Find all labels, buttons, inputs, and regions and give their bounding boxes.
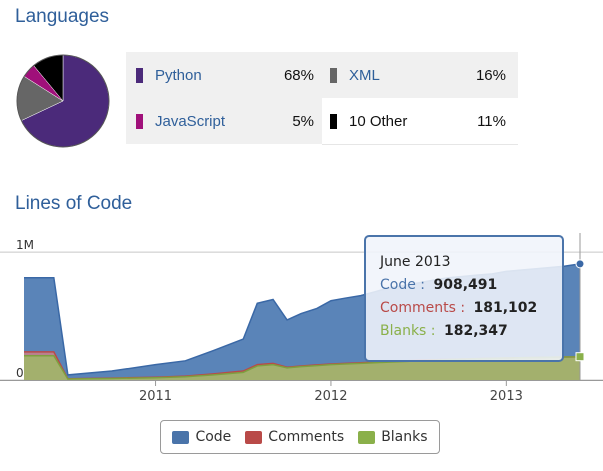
languages-title: Languages [15, 6, 110, 27]
tooltip-comments-label: Comments [380, 300, 456, 316]
language-percent-xml: 16% [475, 66, 506, 84]
legend-item-code[interactable]: Code [172, 429, 231, 445]
tooltip-blanks-label: Blanks [380, 323, 427, 339]
language-percent-javascript: 5% [292, 112, 314, 130]
tooltip-comments-row: Comments : 181,102 [380, 300, 538, 316]
legend-swatch-code [172, 430, 190, 444]
legend-label-blanks: Blanks [381, 429, 428, 445]
x-tick-label: 2011 [139, 389, 172, 404]
tooltip-code-row: Code : 908,491 [380, 277, 498, 293]
y-tick-label: 1M [16, 238, 34, 252]
language-percent-other: 11% [477, 112, 506, 130]
tooltip-blanks-row: Blanks : 182,347 [380, 323, 508, 339]
language-row-xml: XML 16% [322, 52, 518, 98]
tooltip-code-value: 908,491 [433, 277, 498, 293]
point-marker-blanks [575, 352, 585, 362]
tooltip-code-label: Code [380, 277, 416, 293]
x-tick-label: 2012 [314, 389, 347, 404]
lines-of-code-title: Lines of Code [15, 193, 133, 214]
tooltip-blanks-value: 182,347 [443, 323, 508, 339]
point-marker-code [575, 259, 585, 269]
chart-tooltip: June 2013 Code : 908,491 Comments : 181,… [364, 235, 564, 362]
x-tick-label: 2013 [490, 389, 523, 404]
languages-pie-chart [16, 54, 110, 148]
language-percent-python: 68% [283, 66, 314, 84]
legend-label-code: Code [195, 429, 232, 445]
tooltip-date: June 2013 [380, 254, 451, 270]
language-link-xml[interactable]: XML [349, 67, 380, 84]
language-label-other: 10 Other [349, 112, 408, 130]
language-row-python: Python 68% [126, 52, 322, 98]
language-link-javascript[interactable]: JavaScript [155, 113, 225, 130]
legend-swatch-blanks [358, 430, 376, 444]
legend-item-blanks[interactable]: Blanks [358, 429, 428, 445]
language-row-other: 10 Other 11% [322, 98, 518, 145]
other-swatch [330, 113, 337, 129]
javascript-swatch [136, 113, 143, 129]
chart-legend: Code Comments Blanks [160, 420, 440, 454]
legend-label-comments: Comments [268, 429, 345, 445]
legend-item-comments[interactable]: Comments [245, 429, 344, 445]
languages-table: Python 68% XML 16% JavaScript 5% 10 Othe… [126, 52, 518, 145]
legend-swatch-comments [245, 430, 263, 444]
tooltip-comments-value: 181,102 [473, 300, 538, 316]
language-row-javascript: JavaScript 5% [126, 98, 322, 144]
python-swatch [136, 67, 143, 83]
language-link-python[interactable]: Python [155, 67, 202, 84]
xml-swatch [330, 67, 337, 83]
